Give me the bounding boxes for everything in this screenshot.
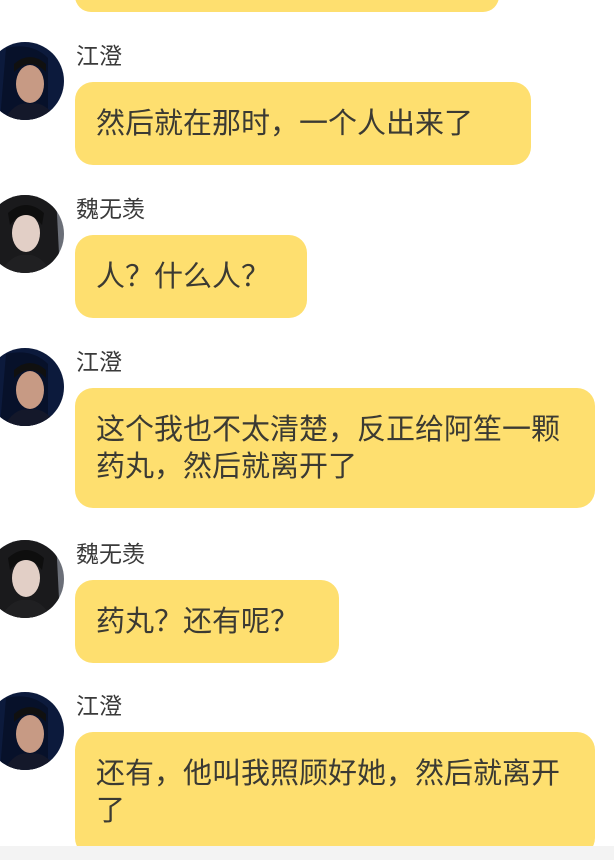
message-text: 药丸？还有呢？	[96, 604, 300, 638]
avatar-jiangcheng[interactable]	[0, 692, 64, 770]
avatar-weiwuxian[interactable]	[0, 540, 64, 618]
message-text: 人？什么人？	[96, 259, 271, 293]
avatar-jiangcheng[interactable]	[0, 348, 64, 426]
message-bubble[interactable]: 这个我也不太清楚，反正给阿笙一颗药丸，然后就离开了	[75, 388, 595, 508]
sender-name: 江澄	[76, 44, 122, 70]
avatar-jiangcheng[interactable]	[0, 42, 64, 120]
message-text: 还有，他叫我照顾好她，然后就离开了	[96, 756, 561, 827]
bottom-input-bar-edge	[0, 846, 614, 860]
sender-name: 魏无羡	[76, 197, 145, 223]
message-bubble[interactable]: 还有，他叫我照顾好她，然后就离开了	[75, 732, 595, 856]
avatar-weiwuxian[interactable]	[0, 195, 64, 273]
message-text: 这个我也不太清楚，反正给阿笙一颗药丸，然后就离开了	[96, 412, 561, 483]
sender-name: 魏无羡	[76, 542, 145, 568]
chat-thread[interactable]: 江澄 然后就在那时，一个人出来了 魏无羡 人？什么人？ 江澄 这个我也不太清楚，…	[0, 0, 614, 860]
message-bubble[interactable]: 然后就在那时，一个人出来了	[75, 82, 531, 165]
message-bubble[interactable]: 人？什么人？	[75, 235, 307, 318]
sender-name: 江澄	[76, 694, 122, 720]
message-text: 然后就在那时，一个人出来了	[96, 106, 474, 140]
previous-message-bubble[interactable]	[75, 0, 499, 12]
sender-name: 江澄	[76, 350, 122, 376]
message-bubble[interactable]: 药丸？还有呢？	[75, 580, 339, 663]
